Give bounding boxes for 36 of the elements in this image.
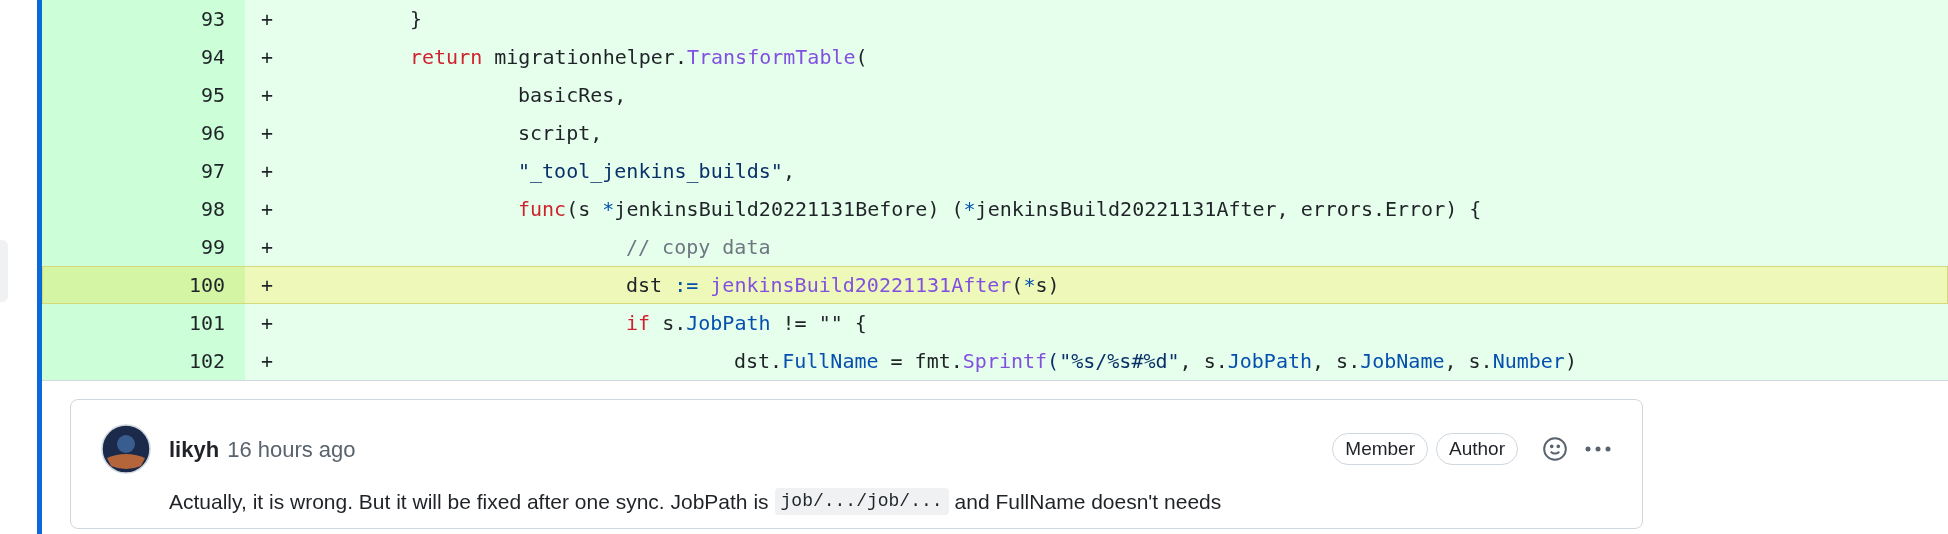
more-options-icon[interactable] <box>1584 445 1612 453</box>
line-number: 97 <box>200 158 225 185</box>
code-line: return migrationhelper.TransformTable( <box>409 44 868 71</box>
diff-marker: + <box>260 272 275 299</box>
diff-marker: + <box>260 196 275 223</box>
code-line: "_tool_jenkins_builds", <box>517 158 795 185</box>
smiley-icon[interactable] <box>1542 436 1568 462</box>
comment-body: Actually, it is wrong. But it will be fixed after one sync. JobPath is job/.../job/... and FullName doesn't needs <box>101 486 1612 518</box>
line-number: 95 <box>200 82 225 109</box>
diff-marker: + <box>260 82 275 109</box>
line-number: 102 <box>188 348 225 375</box>
line-number: 101 <box>188 310 225 337</box>
line-number: 94 <box>200 44 225 71</box>
code-line: // copy data <box>625 234 771 261</box>
line-number: 98 <box>200 196 225 223</box>
line-number: 93 <box>200 6 225 33</box>
line-number: 96 <box>200 120 225 147</box>
line-number: 99 <box>200 234 225 261</box>
author-link[interactable]: likyh <box>169 432 220 466</box>
diff-marker: + <box>260 234 275 261</box>
diff-marker: + <box>260 44 275 71</box>
diff-marker: + <box>260 6 275 33</box>
timestamp-link[interactable]: 16 hours ago <box>227 432 356 466</box>
code-line: dst := jenkinsBuild20221131After(*s) <box>625 272 1060 299</box>
diff-marker: + <box>260 348 275 375</box>
diff-marker: + <box>260 158 275 185</box>
code-line: if s.JobPath != "" { <box>625 310 867 337</box>
line-number: 100 <box>188 272 225 299</box>
diff-marker: + <box>260 310 275 337</box>
diff-marker: + <box>260 120 275 147</box>
code-line: } <box>409 6 423 33</box>
avatar-icon <box>101 424 151 474</box>
code-line: dst.FullName = fmt.Sprintf("%s/%s#%d", s.JobPath, s.JobName, s.Number) <box>733 348 1577 375</box>
code-line: func(s *jenkinsBuild20221131Before) (*jenkinsBuild20221131After, errors.Error) { <box>517 196 1482 223</box>
code-line: basicRes, <box>517 82 627 109</box>
code-line: script, <box>517 120 603 147</box>
